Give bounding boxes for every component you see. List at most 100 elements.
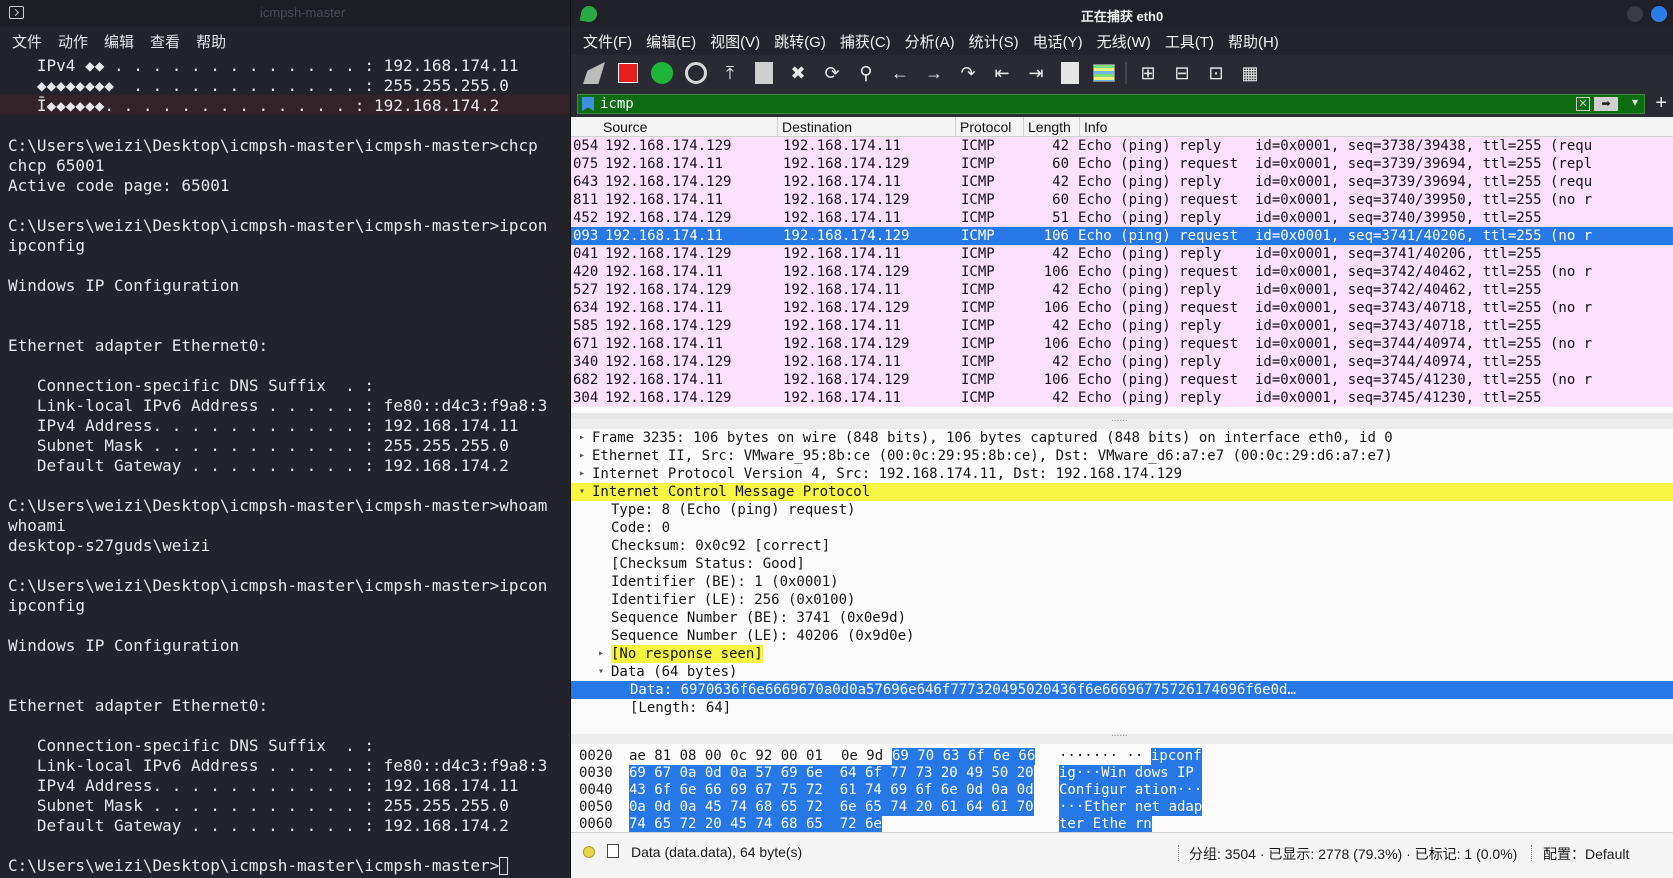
bytes-row[interactable]: 0030 69 67 0a 0d 0a 57 69 6e 64 6f 77 73 … — [571, 765, 1673, 782]
expand-right-icon[interactable]: ▸ — [579, 429, 589, 447]
pane-splitter[interactable] — [571, 728, 1673, 744]
terminal-prompt-line[interactable]: C:\Users\weizi\Desktop\icmpsh-master\icm… — [8, 856, 570, 876]
filter-history-icon[interactable]: ▾ — [1632, 95, 1638, 109]
column-protocol[interactable]: Protocol — [960, 119, 1011, 135]
packet-row[interactable]: 671 192.168.174.11 192.168.174.129 ICMP 106 E… — [571, 335, 1673, 353]
detail-tree-item[interactable]: ▸ Internet Protocol Version 4, Src: 192.1… — [571, 465, 1673, 483]
expand-right-icon[interactable]: ▸ — [579, 447, 589, 465]
expert-info-icon[interactable] — [583, 846, 595, 858]
column-source[interactable]: Source — [603, 119, 647, 135]
detail-tree-item[interactable]: Sequence Number (BE): 3741 (0x0e9d) — [571, 609, 1673, 627]
go-to-packet-button[interactable]: ↷ — [955, 60, 981, 86]
close-file-button[interactable]: ✖ — [785, 60, 811, 86]
last-packet-button[interactable]: ⇥ — [1023, 60, 1049, 86]
expand-down-icon[interactable]: ▾ — [579, 483, 589, 501]
start-capture-button[interactable] — [581, 60, 607, 86]
stop-capture-button[interactable] — [615, 60, 641, 86]
menu-wireless[interactable]: 无线(W) — [1097, 31, 1151, 52]
column-divider[interactable] — [1023, 117, 1024, 137]
detail-tree-item[interactable]: Identifier (LE): 256 (0x0100) — [571, 591, 1673, 609]
terminal-menu-view[interactable]: 查看 — [150, 31, 180, 52]
capture-options-button[interactable] — [683, 60, 709, 86]
packet-row[interactable]: 643 192.168.174.129 192.168.174.11 ICMP 42 Ec… — [571, 173, 1673, 191]
terminal-menu-actions[interactable]: 动作 — [58, 31, 88, 52]
detail-tree-item[interactable]: Checksum: 0x0c92 [correct] — [571, 537, 1673, 555]
expand-down-icon[interactable]: ▾ — [598, 663, 608, 681]
add-filter-button[interactable]: + — [1655, 92, 1667, 115]
packet-row[interactable]: 054 192.168.174.129 192.168.174.11 ICMP 42 Ec… — [571, 137, 1673, 155]
wireshark-window[interactable]: 正在捕获 eth0 文件(F) 编辑(E) 视图(V) 跳转(G) 捕获(C) … — [570, 0, 1673, 878]
normal-size-button[interactable]: ⊡ — [1203, 60, 1229, 86]
packet-row[interactable]: 075 192.168.174.11 192.168.174.129 ICMP 60 Ec… — [571, 155, 1673, 173]
packet-list[interactable]: Source Destination Protocol Length Info … — [571, 117, 1673, 419]
bytes-row[interactable]: 0040 43 6f 6e 66 69 67 75 72 61 74 69 6f … — [571, 782, 1673, 799]
menu-go[interactable]: 跳转(G) — [774, 31, 826, 52]
capture-comment-icon[interactable] — [607, 844, 619, 858]
detail-tree-item[interactable]: ▸ Frame 3235: 106 bytes on wire (848 bits… — [571, 429, 1673, 447]
packet-row[interactable]: 340 192.168.174.129 192.168.174.11 ICMP 42 Ec… — [571, 353, 1673, 371]
bytes-row[interactable]: 0050 0a 0d 0a 45 74 68 65 72 6e 65 74 20 … — [571, 799, 1673, 816]
first-packet-button[interactable]: ⇤ — [989, 60, 1015, 86]
menu-capture[interactable]: 捕获(C) — [840, 31, 891, 52]
column-destination[interactable]: Destination — [782, 119, 852, 135]
detail-tree-item[interactable]: [Length: 64] — [571, 699, 1673, 717]
menu-help[interactable]: 帮助(H) — [1228, 31, 1279, 52]
packet-row[interactable]: 041 192.168.174.129 192.168.174.11 ICMP 42 Ec… — [571, 245, 1673, 263]
detail-tree-item[interactable]: Type: 8 (Echo (ping) request) — [571, 501, 1673, 519]
terminal-window[interactable]: icmpsh-master 文件 动作 编辑 查看 帮助 IPv4 ◆◆ . .… — [0, 0, 570, 878]
apply-filter-icon[interactable]: ➡ — [1594, 97, 1618, 111]
packet-row-selected[interactable]: 093 192.168.174.11 192.168.174.129 ICMP 106 E… — [571, 227, 1673, 245]
packet-row[interactable]: 634 192.168.174.11 192.168.174.129 ICMP 106 E… — [571, 299, 1673, 317]
close-button[interactable] — [1651, 6, 1667, 22]
packet-row[interactable]: 682 192.168.174.11 192.168.174.129 ICMP 106 E… — [571, 371, 1673, 389]
autoscroll-button[interactable] — [1057, 60, 1083, 86]
expand-right-icon[interactable]: ▸ — [579, 465, 589, 483]
terminal-output[interactable]: IPv4 ◆◆ . . . . . . . . . . . . . : 192.… — [8, 56, 570, 876]
menu-tools[interactable]: 工具(T) — [1165, 31, 1214, 52]
find-packet-button[interactable]: ⚲ — [853, 60, 879, 86]
detail-tree-item[interactable]: Code: 0 — [571, 519, 1673, 537]
detail-tree-item[interactable]: ▸ Ethernet II, Src: VMware_95:8b:ce (00:0… — [571, 447, 1673, 465]
bytes-row[interactable]: 0060 74 65 72 20 45 74 68 65 72 6e ter Eth… — [571, 816, 1673, 832]
menu-view[interactable]: 视图(V) — [710, 31, 760, 52]
pane-splitter[interactable] — [571, 413, 1673, 429]
detail-tree-item[interactable]: ▾ Internet Control Message Protocol — [571, 483, 1673, 501]
reload-file-button[interactable]: ⟳ — [819, 60, 845, 86]
go-back-button[interactable]: ← — [887, 60, 913, 86]
open-file-button[interactable]: ⤒ — [717, 60, 743, 86]
terminal-menu-edit[interactable]: 编辑 — [104, 31, 134, 52]
save-file-button[interactable] — [751, 60, 777, 86]
packet-bytes-pane[interactable]: 0020 ae 81 08 00 0c 92 00 01 0e 9d 69 70 63… — [571, 744, 1673, 832]
column-divider[interactable] — [1079, 117, 1080, 137]
display-filter-input[interactable] — [600, 96, 1500, 112]
resize-columns-button[interactable]: ▦ — [1237, 60, 1263, 86]
minimize-button[interactable] — [1627, 6, 1643, 22]
packet-row[interactable]: 527 192.168.174.129 192.168.174.11 ICMP 42 Ec… — [571, 281, 1673, 299]
status-profile[interactable]: 配置：Default — [1543, 844, 1629, 864]
menu-statistics[interactable]: 统计(S) — [969, 31, 1019, 52]
detail-tree-item[interactable]: ▾ Data (64 bytes) — [571, 663, 1673, 681]
detail-tree-item[interactable]: Data: 6970636f6e6669670a0d0a57696e646f77… — [571, 681, 1673, 699]
bytes-row[interactable]: 0020 ae 81 08 00 0c 92 00 01 0e 9d 69 70 63… — [571, 748, 1673, 765]
column-length[interactable]: Length — [1028, 119, 1071, 135]
menu-edit[interactable]: 编辑(E) — [646, 31, 696, 52]
expand-right-icon[interactable]: ▸ — [598, 645, 608, 663]
packet-row[interactable]: 452 192.168.174.129 192.168.174.11 ICMP 51 Ec… — [571, 209, 1673, 227]
menu-analyze[interactable]: 分析(A) — [905, 31, 955, 52]
terminal-menu-help[interactable]: 帮助 — [196, 31, 226, 52]
detail-tree-item[interactable]: Sequence Number (LE): 40206 (0x9d0e) — [571, 627, 1673, 645]
packet-row[interactable]: 811 192.168.174.11 192.168.174.129 ICMP 60 Ec… — [571, 191, 1673, 209]
zoom-out-button[interactable]: ⊟ — [1169, 60, 1195, 86]
clear-filter-icon[interactable]: ✕ — [1576, 97, 1590, 111]
detail-tree-item[interactable]: Identifier (BE): 1 (0x0001) — [571, 573, 1673, 591]
colorize-button[interactable] — [1091, 60, 1117, 86]
zoom-in-button[interactable]: ⊞ — [1135, 60, 1161, 86]
go-forward-button[interactable]: → — [921, 60, 947, 86]
column-divider[interactable] — [777, 117, 778, 137]
detail-tree-item[interactable]: ▸ [No response seen] — [571, 645, 1673, 663]
restart-capture-button[interactable] — [649, 60, 675, 86]
menu-telephony[interactable]: 电话(Y) — [1033, 31, 1083, 52]
detail-tree-item[interactable]: [Checksum Status: Good] — [571, 555, 1673, 573]
packet-details-tree[interactable]: ▸ Frame 3235: 106 bytes on wire (848 bits… — [571, 429, 1673, 734]
menu-file[interactable]: 文件(F) — [583, 31, 632, 52]
